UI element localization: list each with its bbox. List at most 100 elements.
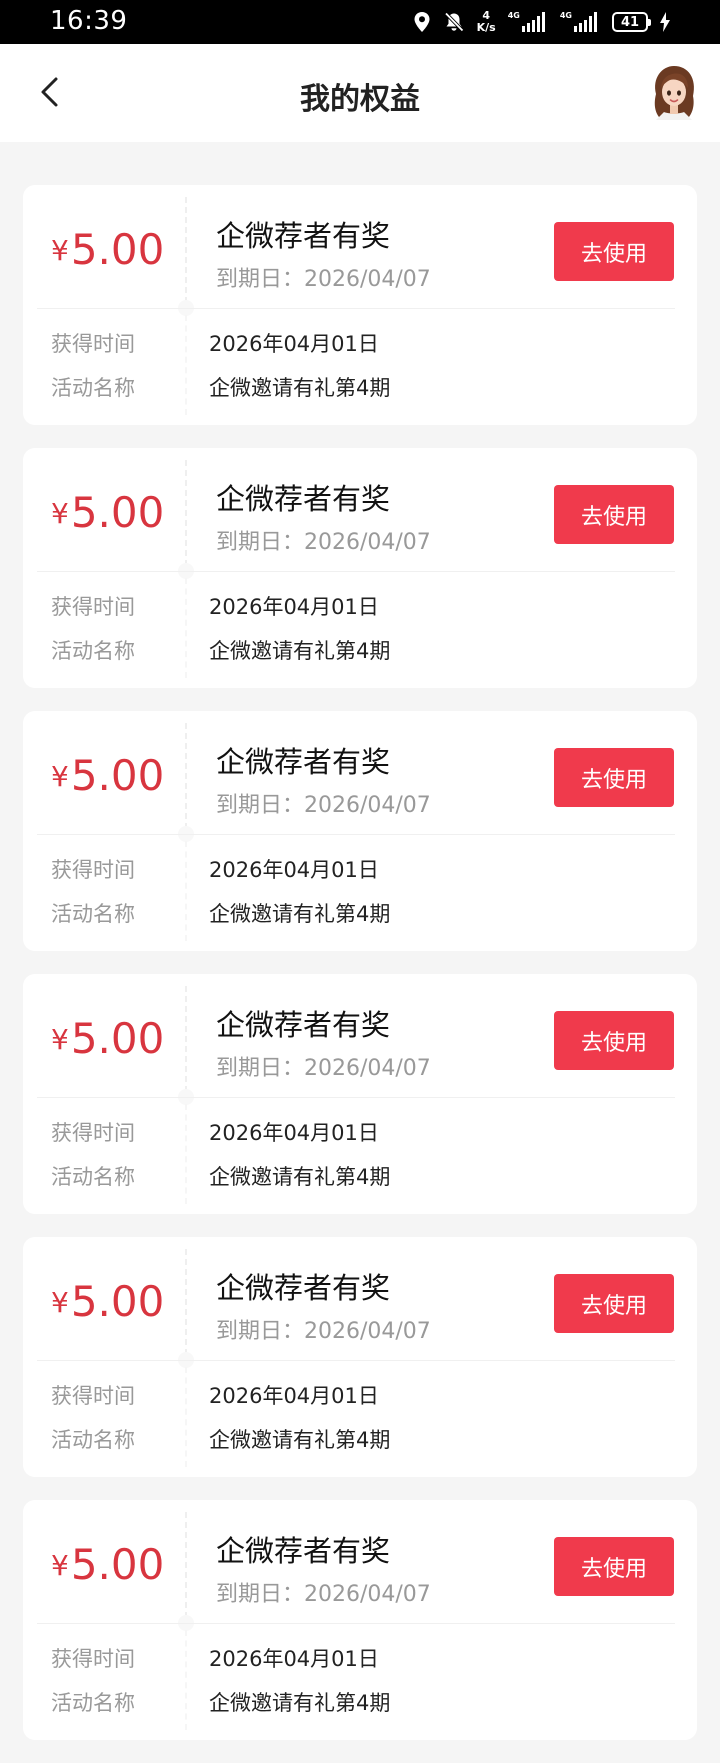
signal-icon <box>521 12 545 32</box>
coupon-amount: ¥5.00 <box>51 1540 164 1591</box>
net-speed: 4 K/s <box>477 10 496 34</box>
detail-row-time: 获得时间 2026年04月01日 <box>51 1117 379 1147</box>
coupon-name: 企微荐者有奖 <box>216 219 391 253</box>
detail-row-activity: 活动名称 企微邀请有礼第4期 <box>51 1687 390 1717</box>
detail-label: 获得时间 <box>51 1647 135 1671</box>
currency-symbol: ¥ <box>51 1286 69 1319</box>
coupon-list: ¥5.00 企微荐者有奖 到期日：2026/04/07 去使用 获得时间 202… <box>23 185 697 1763</box>
coupon-expiry: 到期日：2026/04/07 <box>216 267 431 292</box>
amount-value: 5.00 <box>70 1014 165 1063</box>
detail-value: 企微邀请有礼第4期 <box>209 639 391 663</box>
detail-row-activity: 活动名称 企微邀请有礼第4期 <box>51 372 390 402</box>
coupon-divider <box>185 460 187 566</box>
battery-icon: 41 <box>612 12 651 32</box>
detail-value: 企微邀请有礼第4期 <box>209 376 391 400</box>
detail-row-time: 获得时间 2026年04月01日 <box>51 328 379 358</box>
coupon-expiry: 到期日：2026/04/07 <box>216 1056 431 1081</box>
detail-row-activity: 活动名称 企微邀请有礼第4期 <box>51 635 390 665</box>
coupon-amount: ¥5.00 <box>51 1014 164 1065</box>
currency-symbol: ¥ <box>51 1023 69 1056</box>
detail-row-time: 获得时间 2026年04月01日 <box>51 1380 379 1410</box>
detail-label: 活动名称 <box>51 1428 135 1452</box>
detail-value: 企微邀请有礼第4期 <box>209 1691 391 1715</box>
coupon-amount: ¥5.00 <box>51 225 164 276</box>
coupon-card: ¥5.00 企微荐者有奖 到期日：2026/04/07 去使用 获得时间 202… <box>23 1237 697 1477</box>
use-button[interactable]: 去使用 <box>554 748 674 807</box>
bell-muted-icon <box>444 12 464 32</box>
divider <box>37 834 675 835</box>
coupon-amount: ¥5.00 <box>51 488 164 539</box>
coupon-name: 企微荐者有奖 <box>216 1271 391 1305</box>
detail-label: 获得时间 <box>51 858 135 882</box>
status-time: 16:39 <box>50 6 128 36</box>
coupon-expiry: 到期日：2026/04/07 <box>216 1319 431 1344</box>
detail-row-time: 获得时间 2026年04月01日 <box>51 1643 379 1673</box>
coupon-card: ¥5.00 企微荐者有奖 到期日：2026/04/07 去使用 获得时间 202… <box>23 974 697 1214</box>
signal-icon <box>574 12 597 32</box>
use-button[interactable]: 去使用 <box>554 485 674 544</box>
coupon-amount: ¥5.00 <box>51 1277 164 1328</box>
coupon-expiry: 到期日：2026/04/07 <box>216 1582 431 1607</box>
coupon-card: ¥5.00 企微荐者有奖 到期日：2026/04/07 去使用 获得时间 202… <box>23 185 697 425</box>
status-icons: 4 K/s 4G 4G 41 <box>413 8 670 36</box>
divider <box>37 1360 675 1361</box>
detail-label: 活动名称 <box>51 1165 135 1189</box>
amount-value: 5.00 <box>70 1277 165 1326</box>
detail-row-activity: 活动名称 企微邀请有礼第4期 <box>51 898 390 928</box>
detail-label: 获得时间 <box>51 595 135 619</box>
amount-value: 5.00 <box>70 225 165 274</box>
amount-value: 5.00 <box>70 751 165 800</box>
coupon-expiry: 到期日：2026/04/07 <box>216 530 431 555</box>
divider <box>37 308 675 309</box>
coupon-name: 企微荐者有奖 <box>216 482 391 516</box>
detail-label: 获得时间 <box>51 1384 135 1408</box>
detail-value: 2026年04月01日 <box>209 858 379 882</box>
detail-row-activity: 活动名称 企微邀请有礼第4期 <box>51 1161 390 1191</box>
use-button[interactable]: 去使用 <box>554 1274 674 1333</box>
detail-row-time: 获得时间 2026年04月01日 <box>51 854 379 884</box>
coupon-name: 企微荐者有奖 <box>216 1534 391 1568</box>
sim2-signal: 4G <box>560 12 600 32</box>
detail-label: 活动名称 <box>51 376 135 400</box>
coupon-divider <box>185 1512 187 1618</box>
sim1-label: 4G <box>507 11 520 20</box>
net-speed-unit: K/s <box>476 21 496 34</box>
currency-symbol: ¥ <box>51 497 69 530</box>
detail-value: 2026年04月01日 <box>209 595 379 619</box>
coupon-card: ¥5.00 企微荐者有奖 到期日：2026/04/07 去使用 获得时间 202… <box>23 448 697 688</box>
detail-value: 2026年04月01日 <box>209 1384 379 1408</box>
divider <box>37 571 675 572</box>
nav-header: 我的权益 <box>0 44 720 142</box>
divider <box>37 1097 675 1098</box>
detail-label: 获得时间 <box>51 1121 135 1145</box>
coupon-divider <box>185 1249 187 1355</box>
use-button[interactable]: 去使用 <box>554 222 674 281</box>
currency-symbol: ¥ <box>51 760 69 793</box>
coupon-name: 企微荐者有奖 <box>216 745 391 779</box>
detail-value: 2026年04月01日 <box>209 1121 379 1145</box>
use-button[interactable]: 去使用 <box>554 1537 674 1596</box>
currency-symbol: ¥ <box>51 1549 69 1582</box>
detail-value: 2026年04月01日 <box>209 1647 379 1671</box>
detail-value: 企微邀请有礼第4期 <box>209 1165 391 1189</box>
detail-value: 企微邀请有礼第4期 <box>209 902 391 926</box>
coupon-name: 企微荐者有奖 <box>216 1008 391 1042</box>
coupon-divider <box>185 197 187 303</box>
detail-label: 活动名称 <box>51 639 135 663</box>
coupon-amount: ¥5.00 <box>51 751 164 802</box>
sim2-label: 4G <box>559 11 572 20</box>
detail-value: 2026年04月01日 <box>209 332 379 356</box>
location-icon <box>414 12 430 32</box>
coupon-card: ¥5.00 企微荐者有奖 到期日：2026/04/07 去使用 获得时间 202… <box>23 711 697 951</box>
charging-icon <box>660 12 670 32</box>
detail-row-time: 获得时间 2026年04月01日 <box>51 591 379 621</box>
avatar[interactable] <box>648 64 700 120</box>
detail-label: 活动名称 <box>51 1691 135 1715</box>
amount-value: 5.00 <box>70 1540 165 1589</box>
page-title: 我的权益 <box>300 82 420 117</box>
use-button[interactable]: 去使用 <box>554 1011 674 1070</box>
currency-symbol: ¥ <box>51 234 69 267</box>
coupon-divider <box>185 723 187 829</box>
coupon-divider <box>185 986 187 1092</box>
battery-level: 41 <box>620 14 640 30</box>
